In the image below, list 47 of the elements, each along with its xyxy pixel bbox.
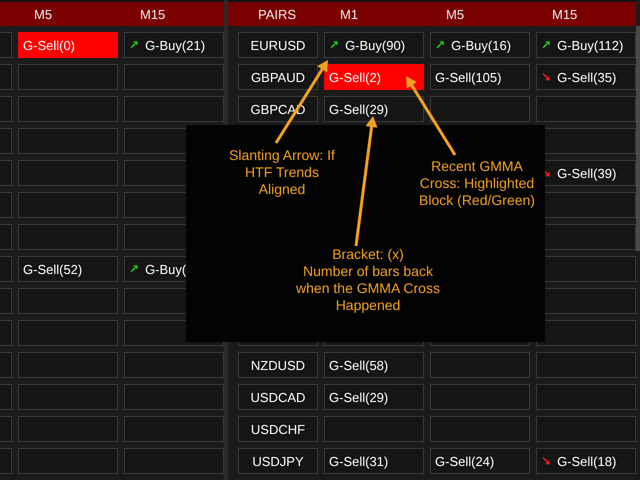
trend-arrow-icon: ↘ [541, 454, 552, 468]
annotation-text: Number of bars back [303, 263, 433, 280]
trend-arrow-icon: ↗ [541, 38, 552, 52]
signal-text: G-Buy( [145, 262, 186, 276]
signal-text: G-Buy(112) [557, 38, 624, 52]
pair-button[interactable]: USDJPY [238, 448, 318, 474]
column-header: M5 [33, 6, 52, 22]
trend-arrow-icon: ↗ [129, 262, 140, 276]
pair-button[interactable]: EURUSD [238, 32, 318, 58]
column-header: PAIRS [257, 6, 296, 22]
annotation-text: Cross: Highlighted [420, 175, 534, 192]
signal-text: G-Buy(21) [145, 38, 206, 52]
signal-text: G-Sell(29) [329, 390, 388, 404]
signal-text: G-Sell(35) [557, 70, 616, 84]
column-header: M15 [139, 6, 166, 22]
trend-arrow-icon: ↘ [541, 70, 552, 84]
signal-text: G-Sell(18) [557, 454, 616, 468]
trend-arrow-icon: ↗ [435, 38, 446, 52]
signal-text: G-Sell(24) [435, 454, 494, 468]
signal-text: G-Sell(2) [329, 70, 382, 84]
column-header: M5 [445, 6, 464, 22]
pair-button[interactable]: USDCHF [238, 416, 318, 442]
annotation-text: Bracket: (x) [332, 246, 404, 263]
annotation-text: Happened [336, 297, 400, 314]
column-header: M15 [551, 6, 578, 22]
scrollbar[interactable] [636, 26, 640, 251]
signal-text: G-Buy(16) [451, 38, 512, 52]
annotation-text: Slanting Arrow: If [229, 147, 335, 164]
annotation-text: Block (Red/Green) [419, 192, 535, 209]
annotation-text: when the GMMA Cross [296, 280, 440, 297]
annotation-text: Recent GMMA [431, 158, 523, 175]
signal-text: G-Sell(31) [329, 454, 388, 468]
signal-text: G-Sell(29) [329, 102, 388, 116]
signal-text: G-Sell(58) [329, 358, 388, 372]
trend-arrow-icon: ↗ [329, 38, 340, 52]
signal-text: G-Sell(0) [23, 38, 76, 52]
trend-arrow-icon: ↗ [129, 38, 140, 52]
annotation-text: Aligned [258, 181, 306, 198]
pair-button[interactable]: USDCAD [238, 384, 318, 410]
pair-button[interactable]: GBPAUD [238, 64, 318, 90]
annotation-text: HTF Trends [245, 164, 319, 181]
signal-text: G-Sell(105) [435, 70, 502, 84]
column-header: M1 [339, 6, 358, 22]
signal-text: G-Buy(90) [345, 38, 406, 52]
pair-button[interactable]: NZDUSD [238, 352, 318, 378]
signal-text: G-Sell(39) [557, 166, 616, 180]
signal-text: G-Sell(52) [23, 262, 82, 276]
